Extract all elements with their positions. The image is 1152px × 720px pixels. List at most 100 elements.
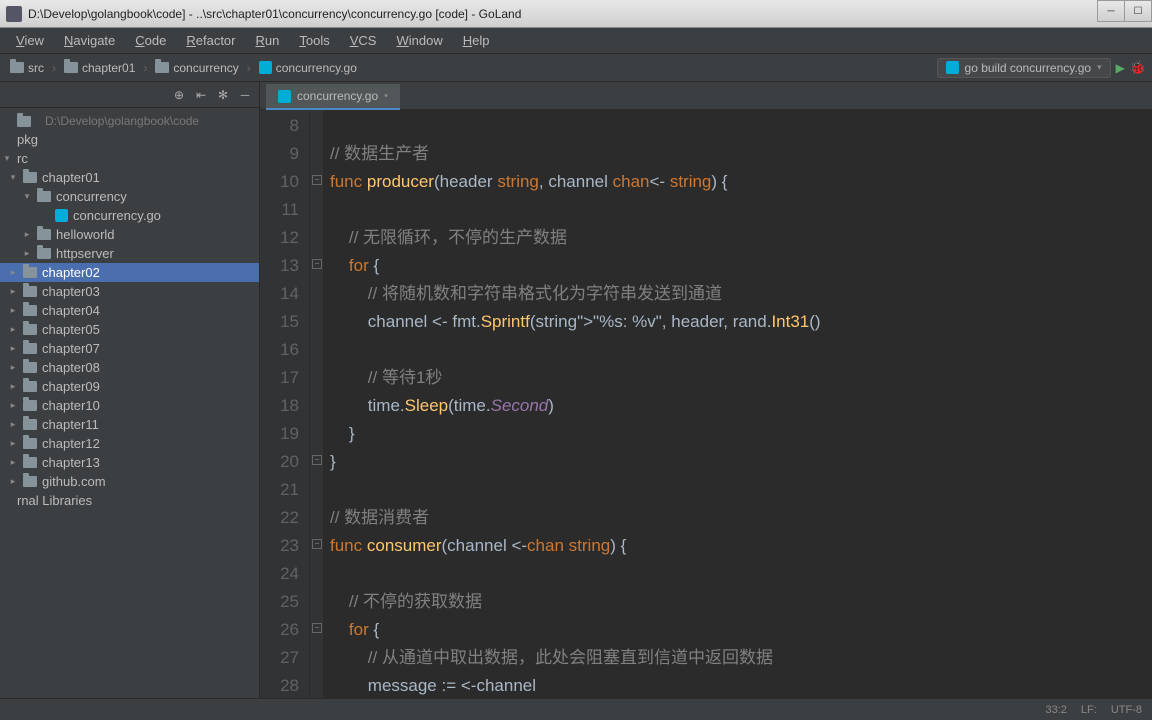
collapse-all-icon[interactable]: ⇤ xyxy=(193,87,209,103)
tree-label: pkg xyxy=(17,132,38,147)
tree-node-pkg[interactable]: pkg xyxy=(0,130,259,149)
tree-node-chapter11[interactable]: chapter11 xyxy=(0,415,259,434)
folder-icon xyxy=(23,305,37,316)
expand-arrow[interactable] xyxy=(8,324,18,335)
expand-arrow[interactable] xyxy=(8,305,18,316)
tree-node-chapter07[interactable]: chapter07 xyxy=(0,339,259,358)
scroll-from-source-icon[interactable]: ⊕ xyxy=(171,87,187,103)
tree-node-chapter09[interactable]: chapter09 xyxy=(0,377,259,396)
menu-view[interactable]: View xyxy=(6,30,54,51)
expand-arrow[interactable] xyxy=(22,191,32,202)
menu-run[interactable]: Run xyxy=(246,30,290,51)
maximize-button[interactable]: ☐ xyxy=(1124,0,1152,22)
tree-label: helloworld xyxy=(56,227,115,242)
tree-node-chapter02[interactable]: chapter02 xyxy=(0,263,259,282)
tree-label: chapter09 xyxy=(42,379,100,394)
expand-arrow[interactable] xyxy=(8,438,18,449)
folder-icon xyxy=(23,457,37,468)
folder-icon xyxy=(23,267,37,278)
expand-arrow[interactable] xyxy=(8,286,18,297)
tree-node-chapter05[interactable]: chapter05 xyxy=(0,320,259,339)
code-area[interactable]: // 数据生产者 func producer(header string, ch… xyxy=(324,110,1152,698)
fold-marker[interactable]: − xyxy=(312,259,322,269)
expand-arrow[interactable] xyxy=(8,476,18,487)
sidebar-toolbar: ⊕ ⇤ ✻ ─ xyxy=(0,82,259,108)
menu-code[interactable]: Code xyxy=(125,30,176,51)
run-config-label: go build concurrency.go xyxy=(965,61,1092,75)
tree-node-httpserver[interactable]: httpserver xyxy=(0,244,259,263)
folder-icon xyxy=(37,229,51,240)
expand-arrow[interactable] xyxy=(8,267,18,278)
expand-arrow[interactable] xyxy=(8,381,18,392)
tree-node-D:\Develop\golangbook\code[interactable]: D:\Develop\golangbook\code xyxy=(0,112,259,130)
go-icon xyxy=(259,61,272,74)
menu-help[interactable]: Help xyxy=(453,30,500,51)
debug-button[interactable]: 🐞 xyxy=(1130,60,1146,76)
tree-node-chapter01[interactable]: chapter01 xyxy=(0,168,259,187)
fold-marker[interactable]: − xyxy=(312,455,322,465)
expand-arrow[interactable] xyxy=(8,343,18,354)
folder-icon xyxy=(10,62,24,73)
tree-label: chapter05 xyxy=(42,322,100,337)
tree-label: concurrency xyxy=(56,189,127,204)
tree-node-rc[interactable]: rc xyxy=(0,149,259,168)
crumb-chapter01[interactable]: chapter01 xyxy=(60,59,139,77)
minimize-button[interactable]: ─ xyxy=(1097,0,1125,22)
expand-arrow[interactable] xyxy=(8,400,18,411)
menu-vcs[interactable]: VCS xyxy=(340,30,387,51)
tree-node-helloworld[interactable]: helloworld xyxy=(0,225,259,244)
tree-node-github.com[interactable]: github.com xyxy=(0,472,259,491)
expand-arrow[interactable] xyxy=(22,229,32,240)
tree-label: chapter11 xyxy=(42,417,99,432)
menu-tools[interactable]: Tools xyxy=(289,30,339,51)
run-config-select[interactable]: go build concurrency.go xyxy=(937,58,1111,78)
navigation-toolbar: src›chapter01›concurrency›concurrency.go… xyxy=(0,54,1152,82)
run-button[interactable]: ▶ xyxy=(1116,61,1125,75)
folder-icon xyxy=(23,400,37,411)
expand-arrow[interactable] xyxy=(22,248,32,259)
tree-node-concurrency[interactable]: concurrency xyxy=(0,187,259,206)
tab-concurrency[interactable]: concurrency.go • xyxy=(266,84,400,110)
go-icon xyxy=(946,61,959,74)
folder-icon xyxy=(23,324,37,335)
expand-arrow[interactable] xyxy=(8,419,18,430)
crumb-concurrency.go[interactable]: concurrency.go xyxy=(255,59,361,77)
tree-node-chapter12[interactable]: chapter12 xyxy=(0,434,259,453)
dirty-indicator: • xyxy=(384,90,388,102)
line-gutter: 8910111213141516171819202122232425262728 xyxy=(260,110,310,698)
tree-node-chapter04[interactable]: chapter04 xyxy=(0,301,259,320)
expand-arrow[interactable] xyxy=(8,457,18,468)
menu-refactor[interactable]: Refactor xyxy=(176,30,245,51)
tree-node-chapter13[interactable]: chapter13 xyxy=(0,453,259,472)
tree-node-concurrency.go[interactable]: concurrency.go xyxy=(0,206,259,225)
expand-arrow[interactable] xyxy=(2,153,12,164)
folder-icon xyxy=(23,286,37,297)
tree-node-chapter10[interactable]: chapter10 xyxy=(0,396,259,415)
tree-label: chapter08 xyxy=(42,360,100,375)
hide-icon[interactable]: ─ xyxy=(237,87,253,103)
tree-node-chapter08[interactable]: chapter08 xyxy=(0,358,259,377)
menu-navigate[interactable]: Navigate xyxy=(54,30,125,51)
editor: concurrency.go • 89101112131415161718192… xyxy=(260,82,1152,698)
expand-arrow[interactable] xyxy=(8,172,18,183)
menu-window[interactable]: Window xyxy=(386,30,452,51)
crumb-src[interactable]: src xyxy=(6,59,48,77)
crumb-concurrency[interactable]: concurrency xyxy=(151,59,242,77)
folder-icon xyxy=(23,172,37,183)
fold-marker[interactable]: − xyxy=(312,175,322,185)
expand-arrow[interactable] xyxy=(8,362,18,373)
settings-icon[interactable]: ✻ xyxy=(215,87,231,103)
tree-label: chapter02 xyxy=(42,265,100,280)
tree-node-chapter03[interactable]: chapter03 xyxy=(0,282,259,301)
line-ending: LF: xyxy=(1081,704,1097,716)
encoding: UTF-8 xyxy=(1111,704,1142,716)
fold-marker[interactable]: − xyxy=(312,539,322,549)
folder-icon xyxy=(37,191,51,202)
editor-tabs: concurrency.go • xyxy=(260,82,1152,110)
folder-icon xyxy=(23,438,37,449)
tree-label: chapter03 xyxy=(42,284,100,299)
tree-label: github.com xyxy=(42,474,106,489)
folder-icon xyxy=(23,362,37,373)
fold-marker[interactable]: − xyxy=(312,623,322,633)
tree-node-rnal Libraries[interactable]: rnal Libraries xyxy=(0,491,259,510)
